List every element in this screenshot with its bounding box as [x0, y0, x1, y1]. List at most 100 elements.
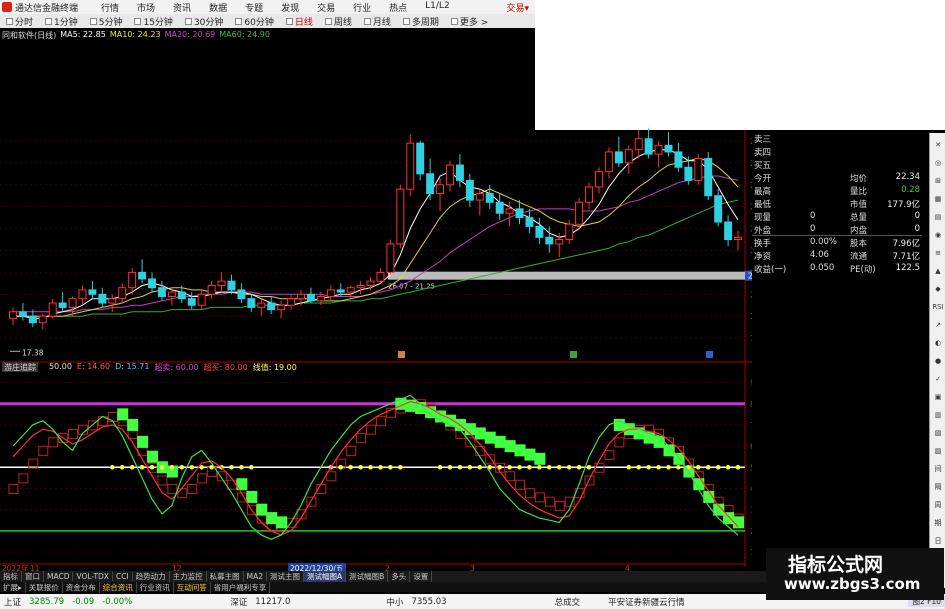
red-square-mark: [515, 479, 526, 490]
zx-index-label[interactable]: 中小: [382, 596, 407, 608]
toolbar-button[interactable]: ✕: [932, 139, 944, 151]
menu-item[interactable]: 市场: [128, 1, 164, 14]
toolbar-button[interactable]: ▥: [932, 409, 944, 421]
toolbar-button[interactable]: ▦: [932, 193, 944, 205]
toolbar-button[interactable]: ≡: [932, 247, 944, 259]
period-item[interactable]: 60分钟: [229, 15, 279, 28]
toolbar-button[interactable]: ▧: [932, 427, 944, 439]
menu-item[interactable]: 行情: [92, 1, 128, 14]
info-tab[interactable]: 扩展▸: [0, 581, 26, 593]
toolbar-button[interactable]: ◐: [932, 337, 944, 349]
indicator-tab[interactable]: 测试幅图A: [304, 571, 347, 582]
toolbar-button[interactable]: ▨: [932, 445, 944, 457]
indicator-value: D: 15.71: [115, 362, 150, 371]
info-tab[interactable]: 关联报价: [26, 581, 63, 593]
toolbar-button[interactable]: ▲: [932, 265, 944, 277]
info-tab[interactable]: 综合资讯: [100, 581, 137, 593]
toolbar-button[interactable]: ◎: [932, 157, 944, 169]
toolbar-button[interactable]: 周: [932, 499, 944, 511]
indicator-tab[interactable]: 测试主图: [267, 571, 305, 582]
toolbar-button[interactable]: 间: [932, 463, 944, 475]
indicator-tab[interactable]: 主力监控: [170, 571, 207, 582]
candle-body: [217, 280, 226, 287]
toolbar-button[interactable]: 隔: [932, 481, 944, 493]
period-item[interactable]: 15分钟: [128, 15, 178, 28]
yellow-dot-mark: [249, 464, 254, 470]
indicator-tab[interactable]: 测试幅图B: [346, 571, 389, 582]
menu-item[interactable]: 交易: [308, 1, 344, 14]
info-tab[interactable]: 互动问答: [174, 581, 211, 593]
date-label: 2022/12/30/五: [290, 564, 344, 571]
menu-item[interactable]: 数据: [200, 1, 236, 14]
red-square-mark: [187, 483, 198, 494]
indicator-tab[interactable]: 指标: [0, 571, 22, 582]
toolbar-button[interactable]: RSI: [932, 301, 944, 313]
candle-body: [68, 298, 77, 308]
trade-menu-button[interactable]: 交易▾: [506, 1, 535, 14]
indicator-tab[interactable]: MA2: [244, 572, 268, 581]
candle-body: [724, 221, 733, 241]
period-label: 月线: [372, 17, 391, 28]
period-item[interactable]: 更多 >: [445, 15, 494, 28]
indicator-tab[interactable]: 私募主图: [207, 571, 244, 582]
period-item[interactable]: 周线: [319, 15, 358, 28]
candle-body: [485, 193, 494, 203]
indicator-tab[interactable]: 多头: [388, 571, 411, 582]
candle-body: [108, 298, 117, 304]
menu-item[interactable]: 资讯: [164, 1, 200, 14]
info-label: 最高: [754, 187, 772, 197]
menu-item[interactable]: 热点: [380, 1, 416, 14]
menu-item[interactable]: L1/L2: [416, 1, 459, 14]
period-item[interactable]: 5分钟: [84, 15, 129, 28]
info-value: 0: [810, 211, 816, 221]
info-tab[interactable]: 资金分布: [63, 581, 100, 593]
sz-index-label[interactable]: 深证: [226, 596, 251, 608]
ma-value: MA60: 24.90: [219, 30, 270, 39]
toolbar-button[interactable]: ▣: [932, 391, 944, 403]
indicator-tab[interactable]: 窗口: [22, 571, 44, 582]
menu-item[interactable]: 发现: [272, 1, 308, 14]
candle-body: [426, 173, 435, 195]
toolbar-button[interactable]: ◆: [932, 283, 944, 295]
period-item[interactable]: 月线: [358, 15, 397, 28]
indicator-tab[interactable]: 设置: [410, 571, 433, 582]
period-item[interactable]: 分时: [0, 15, 39, 28]
candle-body: [734, 236, 743, 241]
period-label: 更多 >: [459, 17, 489, 28]
indicator-tab[interactable]: MACD: [44, 572, 74, 581]
turnover-label: 总成交: [554, 597, 581, 608]
kline-chart[interactable]: 27.0026.0025.0024.0023.0022.0021.0020.00…: [0, 42, 752, 571]
sh-index-label[interactable]: 上证: [0, 596, 25, 608]
period-item[interactable]: 日线: [280, 15, 319, 28]
app-title: 通达信金融终端: [15, 3, 79, 14]
info-tab[interactable]: 省用户福利专享: [211, 581, 271, 593]
toolbar-button[interactable]: ▤: [932, 211, 944, 223]
indicator-param: 50.00: [49, 362, 72, 371]
green-block-mark: [256, 503, 268, 516]
info-label: 现量: [754, 213, 772, 223]
info-tab[interactable]: 行业资讯: [137, 581, 174, 593]
toolbar-button[interactable]: ◉: [932, 229, 944, 241]
menu-item[interactable]: 专题: [236, 1, 272, 14]
indicator-tab[interactable]: CCI: [113, 572, 133, 581]
info-value: 4.06: [810, 250, 829, 260]
news-ticker[interactable]: 平安证券新疆云行情: [604, 596, 689, 608]
green-block-mark: [653, 435, 665, 448]
toolbar-button[interactable]: ✓: [932, 373, 944, 385]
toolbar-button[interactable]: ●: [932, 355, 944, 367]
candle-body: [78, 289, 87, 300]
candle-body: [346, 287, 355, 293]
toolbar-button[interactable]: 日: [932, 535, 944, 547]
indicator-tab[interactable]: 趋势动力: [133, 571, 170, 582]
period-item[interactable]: 多周期: [397, 15, 445, 28]
checkbox-icon: [324, 17, 332, 25]
toolbar-button[interactable]: ↗: [932, 319, 944, 331]
period-item[interactable]: 30分钟: [179, 15, 229, 28]
indicator-name[interactable]: 游庄追踪: [2, 362, 38, 372]
period-item[interactable]: 1分钟: [39, 15, 84, 28]
toolbar-button[interactable]: ⊞: [932, 175, 944, 187]
sh-index-pct: -0.00%: [102, 596, 133, 607]
toolbar-button[interactable]: 期: [932, 517, 944, 529]
menu-item[interactable]: 行业: [344, 1, 380, 14]
indicator-tab[interactable]: VOL-TDX: [73, 572, 113, 581]
